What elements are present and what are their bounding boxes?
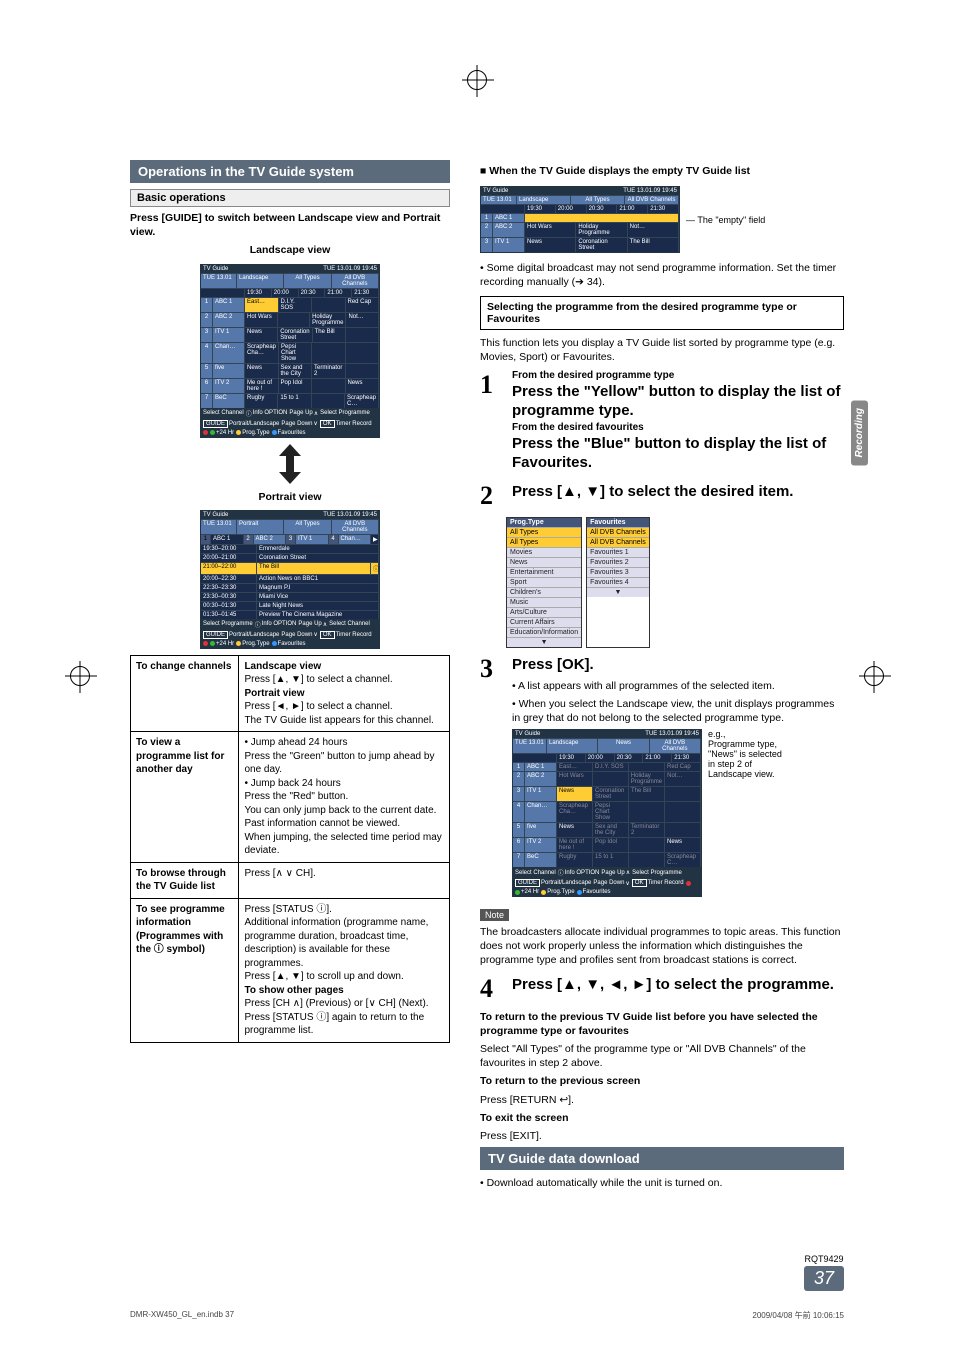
step-num-1: 1	[480, 370, 502, 400]
tg-dvb-p: All DVB Channels	[332, 520, 379, 534]
empty-heading: ■ When the TV Guide displays the empty T…	[480, 164, 844, 178]
step-num-2: 2	[480, 481, 502, 511]
key-select-prog-p: Select Programme	[203, 620, 253, 629]
key-selch-p: Select Channel	[329, 620, 370, 629]
step-num-3: 3	[480, 654, 502, 684]
key-yellow: Prog.Type	[236, 430, 269, 436]
key-blue: Favourites	[272, 430, 306, 436]
side-tab-recording: Recording	[851, 400, 868, 465]
key-info-p: ⓘ Info OPTION	[255, 620, 297, 629]
step1-head2: Press the "Blue" button to display the l…	[512, 435, 844, 473]
footer-file: DMR-XW450_GL_en.indb 37	[130, 1310, 234, 1321]
sub-heading-basic-ops: Basic operations	[130, 189, 450, 207]
key-pageup-p: Page Up ∧	[298, 620, 327, 629]
key-select-prog: Select Programme	[320, 409, 370, 418]
key-green: +24 Hr	[210, 430, 234, 436]
registration-mark-left	[70, 666, 90, 686]
portrait-view-label: Portrait view	[130, 490, 450, 504]
tg-footer-news: Select Channel ⓘ Info OPTION Page Up ∧ S…	[513, 867, 701, 896]
tg-footer: Select Channel ⓘ Info OPTION Page Up ∧ S…	[201, 408, 379, 437]
return-h2: To return to the previous screen	[480, 1074, 844, 1088]
key-portrait-landscape: GUIDE Portrait/Landscape	[203, 420, 279, 428]
step-1: 1 From the desired programme type Press …	[480, 370, 844, 475]
step2-head: Press [▲, ▼] to select the desired item.	[512, 483, 844, 502]
tvguide-title-p: TV Guide	[203, 512, 228, 518]
step-2: 2 Press [▲, ▼] to select the desired ite…	[480, 481, 844, 511]
intro-text: Press [GUIDE] to switch between Landscap…	[130, 211, 450, 239]
favourites-list: FavouritesAll DVB ChannelsAll DVB Channe…	[586, 517, 650, 648]
tvguide-portrait: TV Guide TUE 13.01.09 19:45 TUE 13.01 Po…	[200, 510, 380, 649]
step4-head: Press [▲, ▼, ◄, ►] to select the program…	[512, 976, 844, 995]
tvguide-landscape: TV Guide TUE 13.01.09 19:45 TUE 13.01 La…	[200, 264, 380, 438]
download-text: • Download automatically while the unit …	[480, 1176, 844, 1190]
return-t2: Press [RETURN ↩].	[480, 1093, 844, 1107]
registration-mark-right	[864, 666, 884, 686]
return-h3: To exit the screen	[480, 1111, 844, 1125]
tg-timer-label: TUE 13.01	[201, 274, 237, 288]
registration-mark-top	[467, 70, 487, 90]
key-red	[203, 430, 208, 436]
key-page-down: Page Down ∨	[281, 420, 317, 428]
tg-timer-p: TUE 13.01	[201, 520, 237, 534]
page-badge: RQT9429 37	[804, 1254, 844, 1291]
tg-timeslots-row: 19:3020:0020:3021:0021:30	[201, 288, 379, 297]
step1-mid: From the desired favourites	[512, 422, 844, 433]
step1-pre: From the desired programme type	[512, 370, 844, 381]
tvguide-title: TV Guide	[203, 266, 228, 272]
tvguide-timestamp: TUE 13.01.09 19:45	[323, 266, 377, 272]
page-number: 37	[804, 1266, 844, 1291]
tvguide-empty: TV Guide TUE 13.01.09 19:45 TUE 13.01 La…	[480, 186, 680, 253]
key-timer-rec: OK Timer Record	[320, 420, 372, 428]
note-label: Note	[480, 909, 509, 921]
section-title-download: TV Guide data download	[480, 1147, 844, 1170]
tg-mode-p: Portrait	[237, 520, 284, 534]
boxed-heading: Selecting the programme from the desired…	[480, 296, 844, 330]
note-text: The broadcasters allocate individual pro…	[480, 925, 844, 968]
section-title-operations: Operations in the TV Guide system	[130, 160, 450, 183]
step-3: 3 Press [OK]. • A list appears with all …	[480, 654, 844, 897]
step3-caption: e.g., Programme type, "News" is selected…	[708, 729, 788, 779]
tg-alldvb: All DVB Channels	[332, 274, 379, 288]
empty-field-label: — The "empty" field	[686, 215, 765, 225]
step3-head: Press [OK].	[512, 656, 844, 675]
footer-date: 2009/04/08 午前 10:06:15	[752, 1310, 844, 1321]
type-fav-lists: Prog.TypeAll TypesAll TypesMoviesNewsEnt…	[506, 517, 844, 648]
return-h1: To return to the previous TV Guide list …	[480, 1010, 844, 1038]
empty-note: • Some digital broadcast may not send pr…	[480, 261, 844, 289]
tg-alltypes: All Types	[284, 274, 331, 288]
key-pagedown-p: Page Down ∨	[281, 631, 317, 639]
key-page-up: Page Up ∧	[289, 409, 318, 418]
return-t3: Press [EXIT].	[480, 1129, 844, 1143]
tvguide-news-filtered: TV Guide TUE 13.01.09 19:45 TUE 13.01 La…	[512, 729, 702, 897]
tg-mode: Landscape	[237, 274, 284, 288]
operations-table: To change channelsLandscape viewPress [▲…	[130, 655, 450, 1043]
step1-head1: Press the "Yellow" button to display the…	[512, 383, 844, 421]
prog-type-list: Prog.TypeAll TypesAll TypesMoviesNewsEnt…	[506, 517, 582, 648]
step-4: 4 Press [▲, ▼, ◄, ►] to select the progr…	[480, 974, 844, 1004]
step-num-4: 4	[480, 974, 502, 1004]
landscape-view-label: Landscape view	[130, 243, 450, 257]
return-t1: Select "All Types" of the programme type…	[480, 1042, 844, 1070]
key-select-channel: Select Channel	[203, 409, 244, 418]
key-info-option: ⓘ Info OPTION	[246, 409, 288, 418]
tg-types-p: All Types	[284, 520, 331, 534]
key-timer-p: OK Timer Record	[320, 631, 372, 639]
up-down-arrow-icon	[277, 444, 303, 484]
portrait-channels-row: 1ABC 12ABC 23ITV 14Chan…▶	[201, 534, 379, 544]
key-pl-p: GUIDE Portrait/Landscape	[203, 631, 279, 639]
tg-footer-p: Select Programme ⓘ Info OPTION Page Up ∧…	[201, 619, 379, 648]
tvguide-timestamp-p: TUE 13.01.09 19:45	[323, 512, 377, 518]
boxed-sub: This function lets you display a TV Guid…	[480, 336, 844, 364]
page-code: RQT9429	[804, 1254, 844, 1264]
print-footer: DMR-XW450_GL_en.indb 37 2009/04/08 午前 10…	[130, 1310, 844, 1321]
